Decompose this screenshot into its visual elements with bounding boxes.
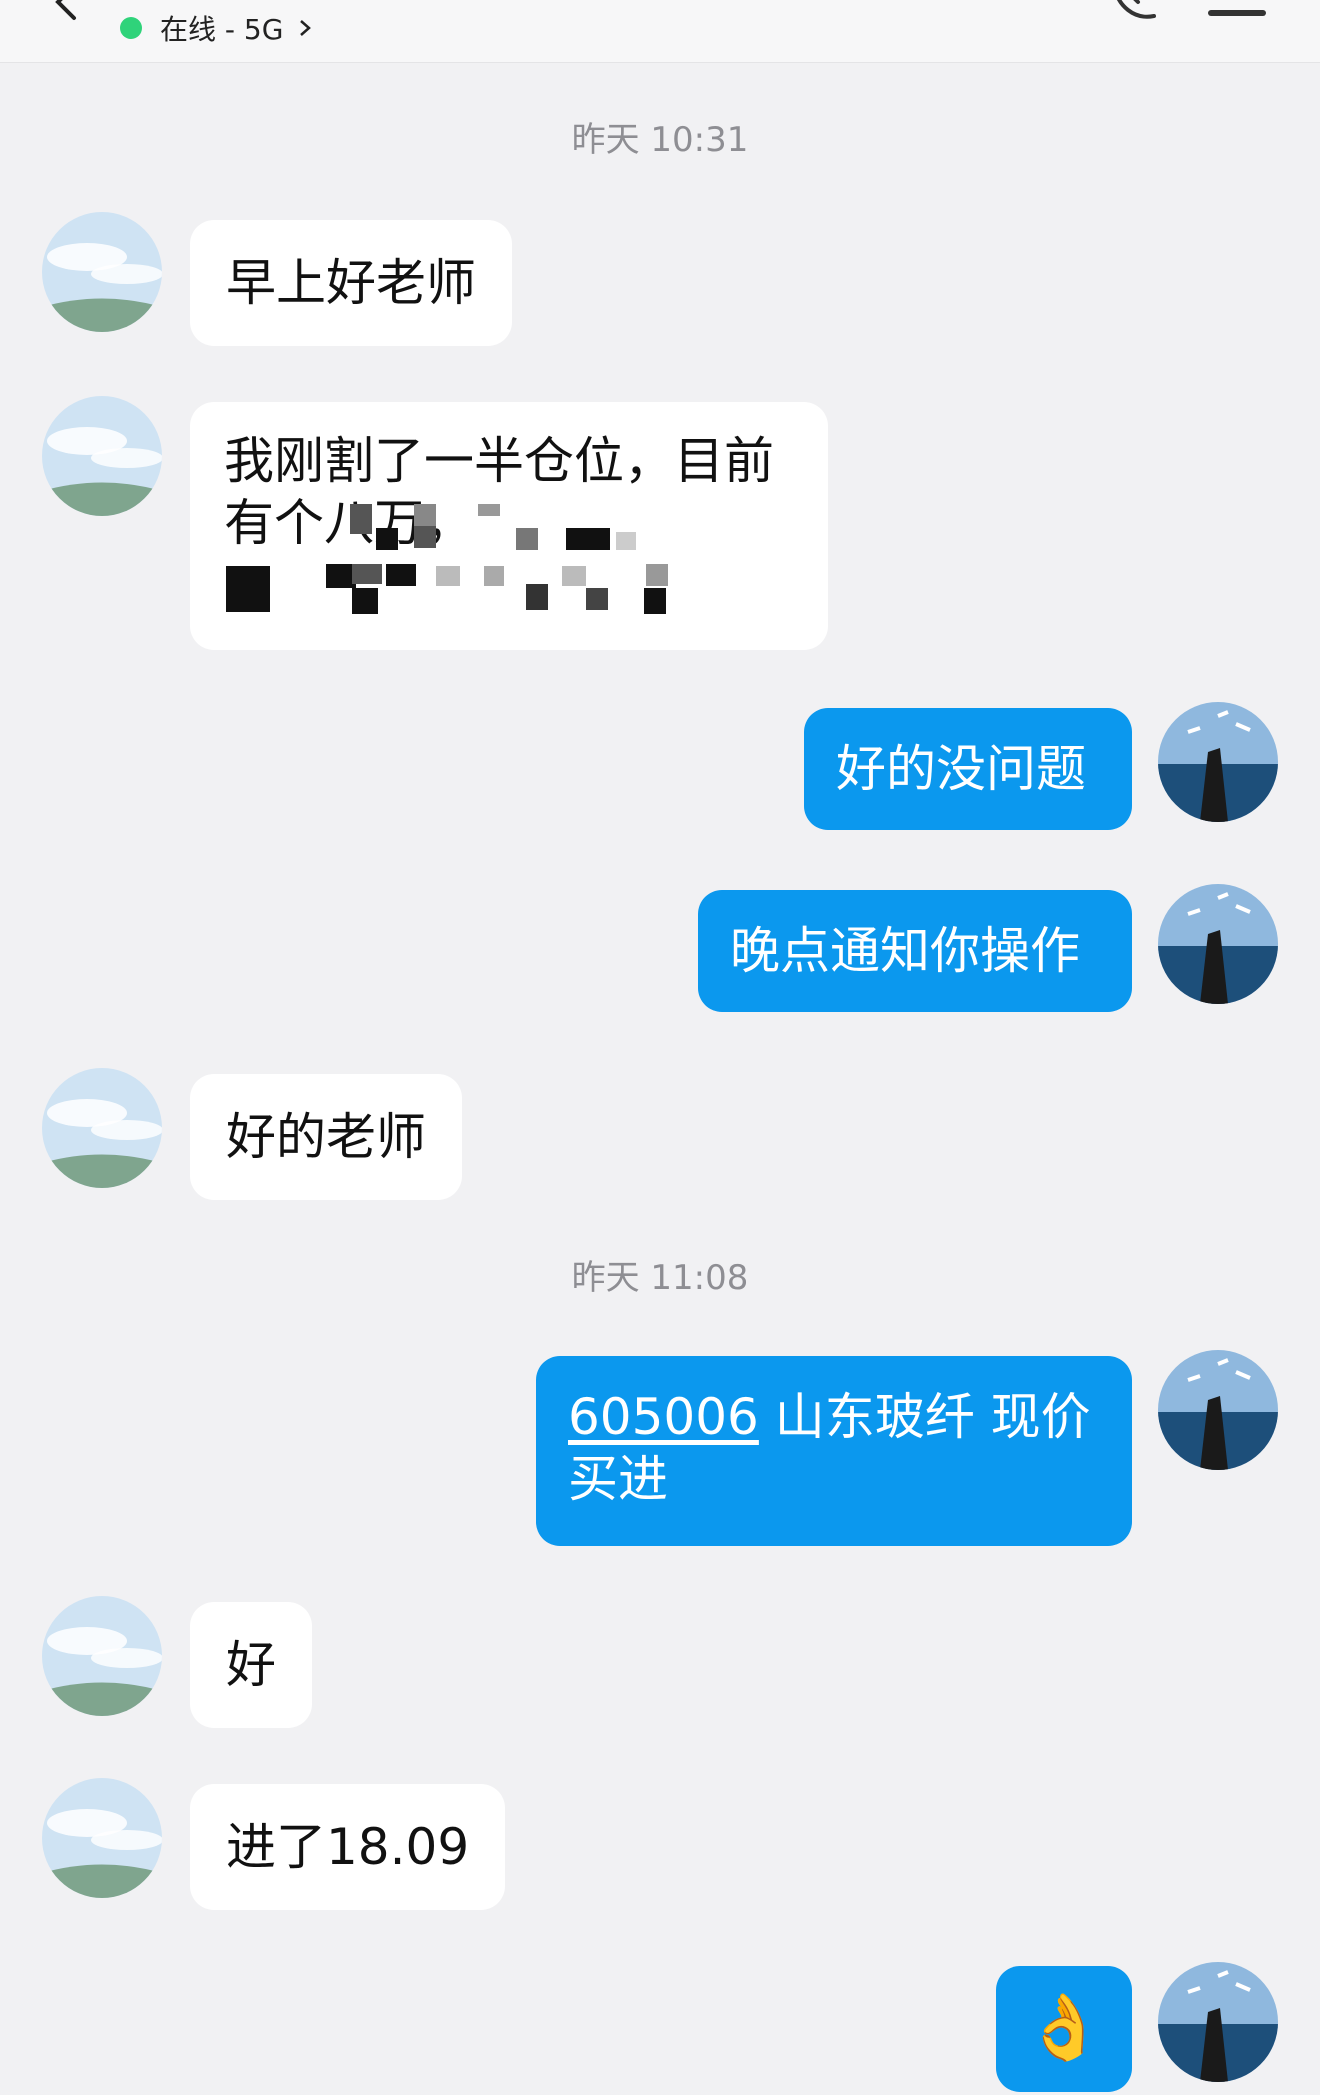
seaside-avatar-icon <box>1158 884 1278 1004</box>
incoming-message-bubble[interactable]: 好的老师 <box>190 1074 462 1200</box>
chevron-right-icon <box>300 20 312 36</box>
seaside-avatar-icon <box>1158 1962 1278 2082</box>
contact-avatar[interactable] <box>42 212 162 332</box>
message-text: 好 <box>226 1636 276 1694</box>
message-text: 晚点通知你操作 <box>730 922 1080 980</box>
outgoing-message-bubble[interactable]: 605006 山东玻纤 现价 买进 <box>536 1356 1132 1546</box>
seaside-avatar-icon <box>1158 1350 1278 1470</box>
stock-code-link[interactable]: 605006 <box>568 1388 759 1446</box>
outgoing-message-bubble[interactable]: 👌 <box>996 1966 1132 2092</box>
pixelated-redaction <box>226 504 786 624</box>
incoming-message-bubble[interactable]: 我刚割了一半仓位，目前 有个八万， <box>190 402 828 650</box>
phone-icon[interactable] <box>1104 0 1164 26</box>
timestamp: 昨天 11:08 <box>571 1258 749 1298</box>
incoming-message-bubble[interactable]: 进了18.09 <box>190 1784 506 1910</box>
ok-hand-emoji: 👌 <box>1024 1991 1104 2065</box>
status-text: 在线 - 5G <box>160 13 284 46</box>
sky-avatar-icon <box>42 396 162 516</box>
sky-avatar-icon <box>42 212 162 332</box>
sky-avatar-icon <box>42 1068 162 1188</box>
online-dot-icon <box>120 17 142 39</box>
message-text: 山东玻纤 现价 <box>758 1388 1091 1446</box>
sky-avatar-icon <box>42 1596 162 1716</box>
menu-icon[interactable] <box>1208 10 1266 16</box>
message-text: 早上好老师 <box>226 254 476 312</box>
message-text: 好的老师 <box>226 1108 426 1166</box>
message-text-line: 我刚割了一半仓位，目前 <box>224 432 774 490</box>
contact-avatar[interactable] <box>42 1068 162 1188</box>
outgoing-message-bubble[interactable]: 好的没问题 <box>804 708 1132 830</box>
sky-avatar-icon <box>42 1778 162 1898</box>
seaside-avatar-icon <box>1158 702 1278 822</box>
message-text-line: 买进 <box>568 1450 668 1508</box>
contact-avatar[interactable] <box>42 396 162 516</box>
user-avatar[interactable] <box>1158 702 1278 822</box>
chat-header: 在线 - 5G <box>0 0 1320 63</box>
contact-avatar[interactable] <box>42 1778 162 1898</box>
user-avatar[interactable] <box>1158 1962 1278 2082</box>
user-avatar[interactable] <box>1158 884 1278 1004</box>
connection-status[interactable]: 在线 - 5G <box>120 8 315 48</box>
contact-avatar[interactable] <box>42 1596 162 1716</box>
message-text: 好的没问题 <box>836 740 1086 798</box>
incoming-message-bubble[interactable]: 好 <box>190 1602 312 1728</box>
timestamp: 昨天 10:31 <box>571 120 749 160</box>
user-avatar[interactable] <box>1158 1350 1278 1470</box>
message-text: 进了18.09 <box>226 1818 470 1876</box>
outgoing-message-bubble[interactable]: 晚点通知你操作 <box>698 890 1132 1012</box>
incoming-message-bubble[interactable]: 早上好老师 <box>190 220 512 346</box>
back-arrow-icon[interactable] <box>46 0 86 22</box>
